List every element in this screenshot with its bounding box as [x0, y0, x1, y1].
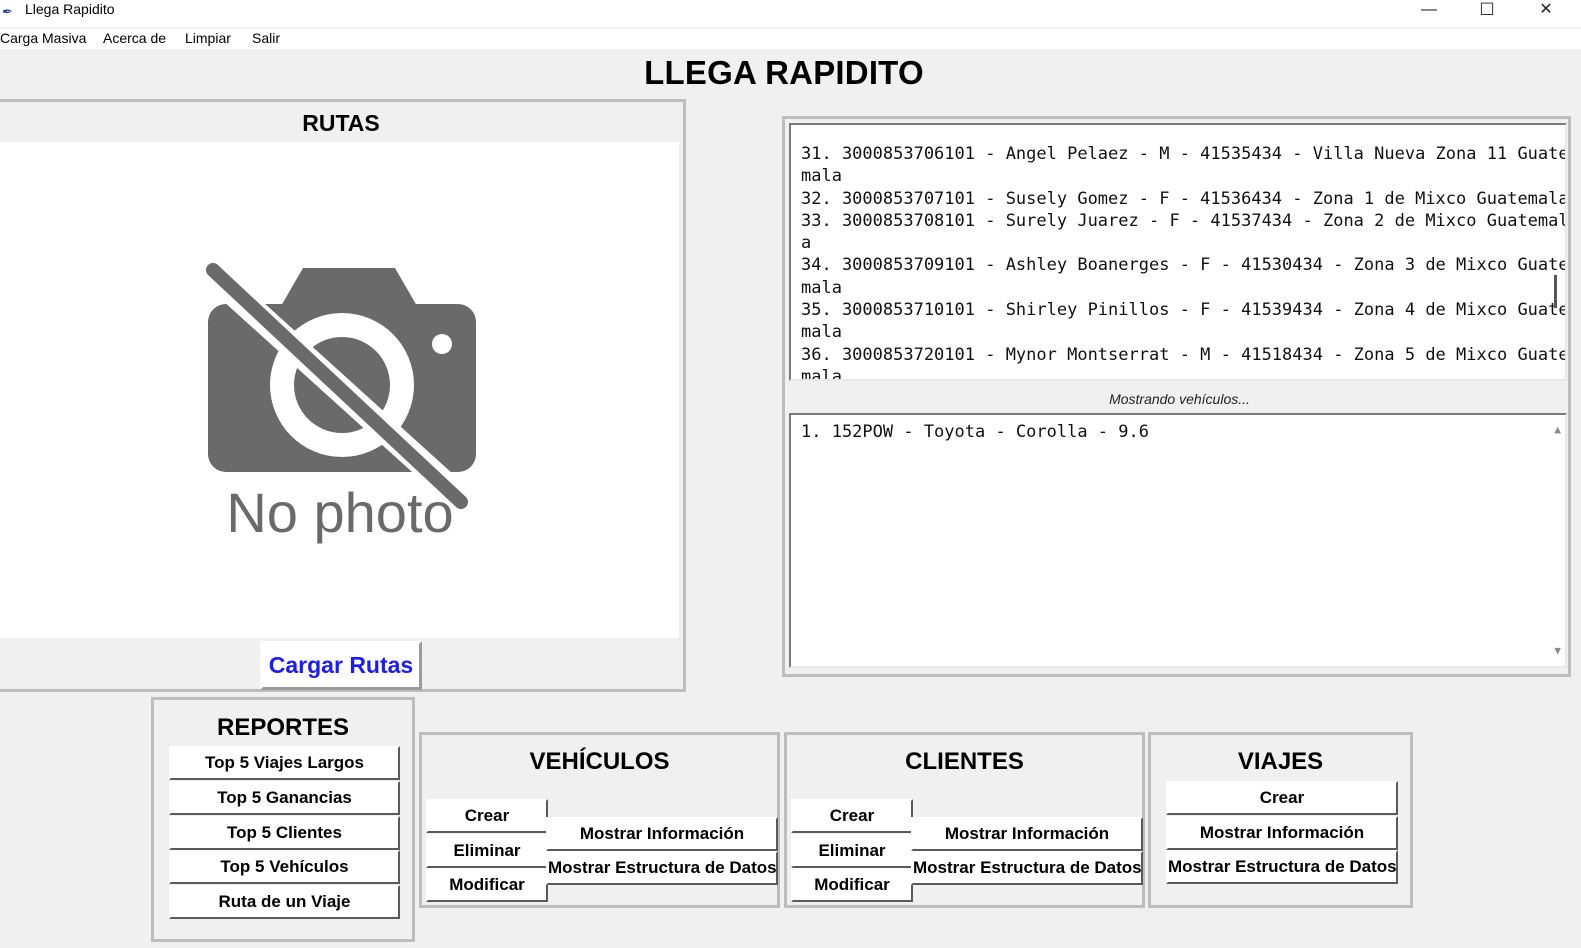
top5-ganancias-button[interactable]: Top 5 Ganancias [169, 781, 400, 815]
no-photo-icon: No photo [182, 245, 482, 544]
clients-line: mala [801, 277, 842, 298]
viajes-group: VIAJES Crear Mostrar Información Mostrar… [1148, 732, 1413, 908]
cargar-rutas-button[interactable]: Cargar Rutas [260, 641, 422, 690]
viajes-mostrar-informacion-button[interactable]: Mostrar Información [1166, 816, 1398, 850]
vehicles-textbox[interactable]: 1. 152POW - Toyota - Corolla - 9.6 ▲ ▼ [789, 413, 1567, 668]
clients-line: 34. 3000853709101 - Ashley Boanerges - F… [801, 255, 1567, 276]
clients-line: mala [801, 366, 842, 381]
window-titlebar: ✒ Llega Rapidito — ☐ ✕ [0, 0, 1581, 27]
top5-clientes-button[interactable]: Top 5 Clientes [169, 816, 400, 850]
top5-viajes-largos-button[interactable]: Top 5 Viajes Largos [169, 746, 400, 780]
clientes-mostrar-informacion-button[interactable]: Mostrar Información [911, 817, 1143, 851]
menu-item-salir[interactable]: Salir [252, 30, 280, 46]
vehicles-text: 1. 152POW - Toyota - Corolla - 9.6 [801, 421, 1149, 443]
rutas-title: RUTAS [302, 110, 380, 136]
clients-textbox[interactable]: 31. 3000853706101 - Angel Pelaez - M - 4… [789, 123, 1567, 381]
clients-text: 31. 3000853706101 - Angel Pelaez - M - 4… [801, 143, 1567, 381]
feather-icon: ✒ [2, 4, 13, 19]
viajes-title: VIAJES [1237, 748, 1324, 775]
clientes-eliminar-button[interactable]: Eliminar [791, 834, 913, 868]
clientes-mostrar-estructura-button[interactable]: Mostrar Estructura de Datos [911, 851, 1143, 885]
close-button[interactable]: ✕ [1523, 0, 1569, 27]
vehiculos-mostrar-estructura-button[interactable]: Mostrar Estructura de Datos [546, 851, 778, 885]
vehiculos-mostrar-informacion-button[interactable]: Mostrar Información [546, 817, 778, 851]
reportes-group: REPORTES Top 5 Viajes Largos Top 5 Ganan… [151, 697, 415, 942]
vehiculos-modificar-button[interactable]: Modificar [426, 868, 548, 902]
vehiculos-eliminar-button[interactable]: Eliminar [426, 834, 548, 868]
clients-line: 32. 3000853707101 - Susely Gomez - F - 4… [801, 188, 1567, 209]
clients-line: mala [801, 166, 842, 187]
vehicles-line: 1. 152POW - Toyota - Corolla - 9.6 [801, 422, 1149, 442]
menu-item-limpiar[interactable]: Limpiar [185, 30, 231, 46]
minimize-button[interactable]: — [1406, 0, 1452, 27]
scroll-up-icon[interactable]: ▲ [1554, 419, 1561, 441]
no-photo-label: No photo [226, 481, 453, 544]
clients-line: 35. 3000853710101 - Shirley Pinillos - F… [801, 300, 1567, 321]
vehiculos-title: VEHÍCULOS [529, 748, 670, 775]
clients-line: 36. 3000853720101 - Mynor Montserrat - M… [801, 344, 1567, 365]
clients-scrollbar-thumb[interactable] [1554, 275, 1557, 308]
clients-line: 33. 3000853708101 - Surely Juarez - F - … [801, 210, 1567, 231]
status-label: Mostrando vehículos... [1109, 391, 1250, 407]
page-title: LLEGA RAPIDITO [644, 54, 924, 91]
output-panel: 31. 3000853706101 - Angel Pelaez - M - 4… [782, 116, 1571, 677]
rutas-panel: RUTAS No photo Cargar Rutas [0, 99, 686, 692]
clientes-crear-button[interactable]: Crear [791, 799, 913, 833]
ruta-de-un-viaje-button[interactable]: Ruta de un Viaje [169, 885, 400, 919]
clientes-title: CLIENTES [905, 748, 1024, 775]
viajes-mostrar-estructura-button[interactable]: Mostrar Estructura de Datos [1166, 850, 1398, 884]
window-title: Llega Rapidito [25, 1, 115, 17]
vehiculos-crear-button[interactable]: Crear [426, 799, 548, 833]
scroll-down-icon[interactable]: ▼ [1554, 640, 1561, 662]
menu-item-carga-masiva[interactable]: Carga Masiva [0, 30, 86, 46]
clients-line: 31. 3000853706101 - Angel Pelaez - M - 4… [801, 144, 1567, 164]
viajes-crear-button[interactable]: Crear [1166, 781, 1398, 815]
rutas-image-canvas: No photo [0, 142, 679, 638]
vehiculos-group: VEHÍCULOS Crear Eliminar Modificar Mostr… [419, 732, 780, 908]
menu-item-acerca-de[interactable]: Acerca de [103, 30, 166, 46]
clientes-group: CLIENTES Crear Eliminar Modificar Mostra… [784, 732, 1145, 908]
menu-bar: Carga Masiva Acerca de Limpiar Salir [0, 29, 1581, 49]
clients-line: a [801, 233, 812, 254]
maximize-button[interactable]: ☐ [1464, 0, 1510, 27]
clientes-modificar-button[interactable]: Modificar [791, 868, 913, 902]
reportes-title: REPORTES [216, 714, 350, 741]
clients-line: mala [801, 322, 842, 343]
top5-vehiculos-button[interactable]: Top 5 Vehículos [169, 850, 400, 884]
